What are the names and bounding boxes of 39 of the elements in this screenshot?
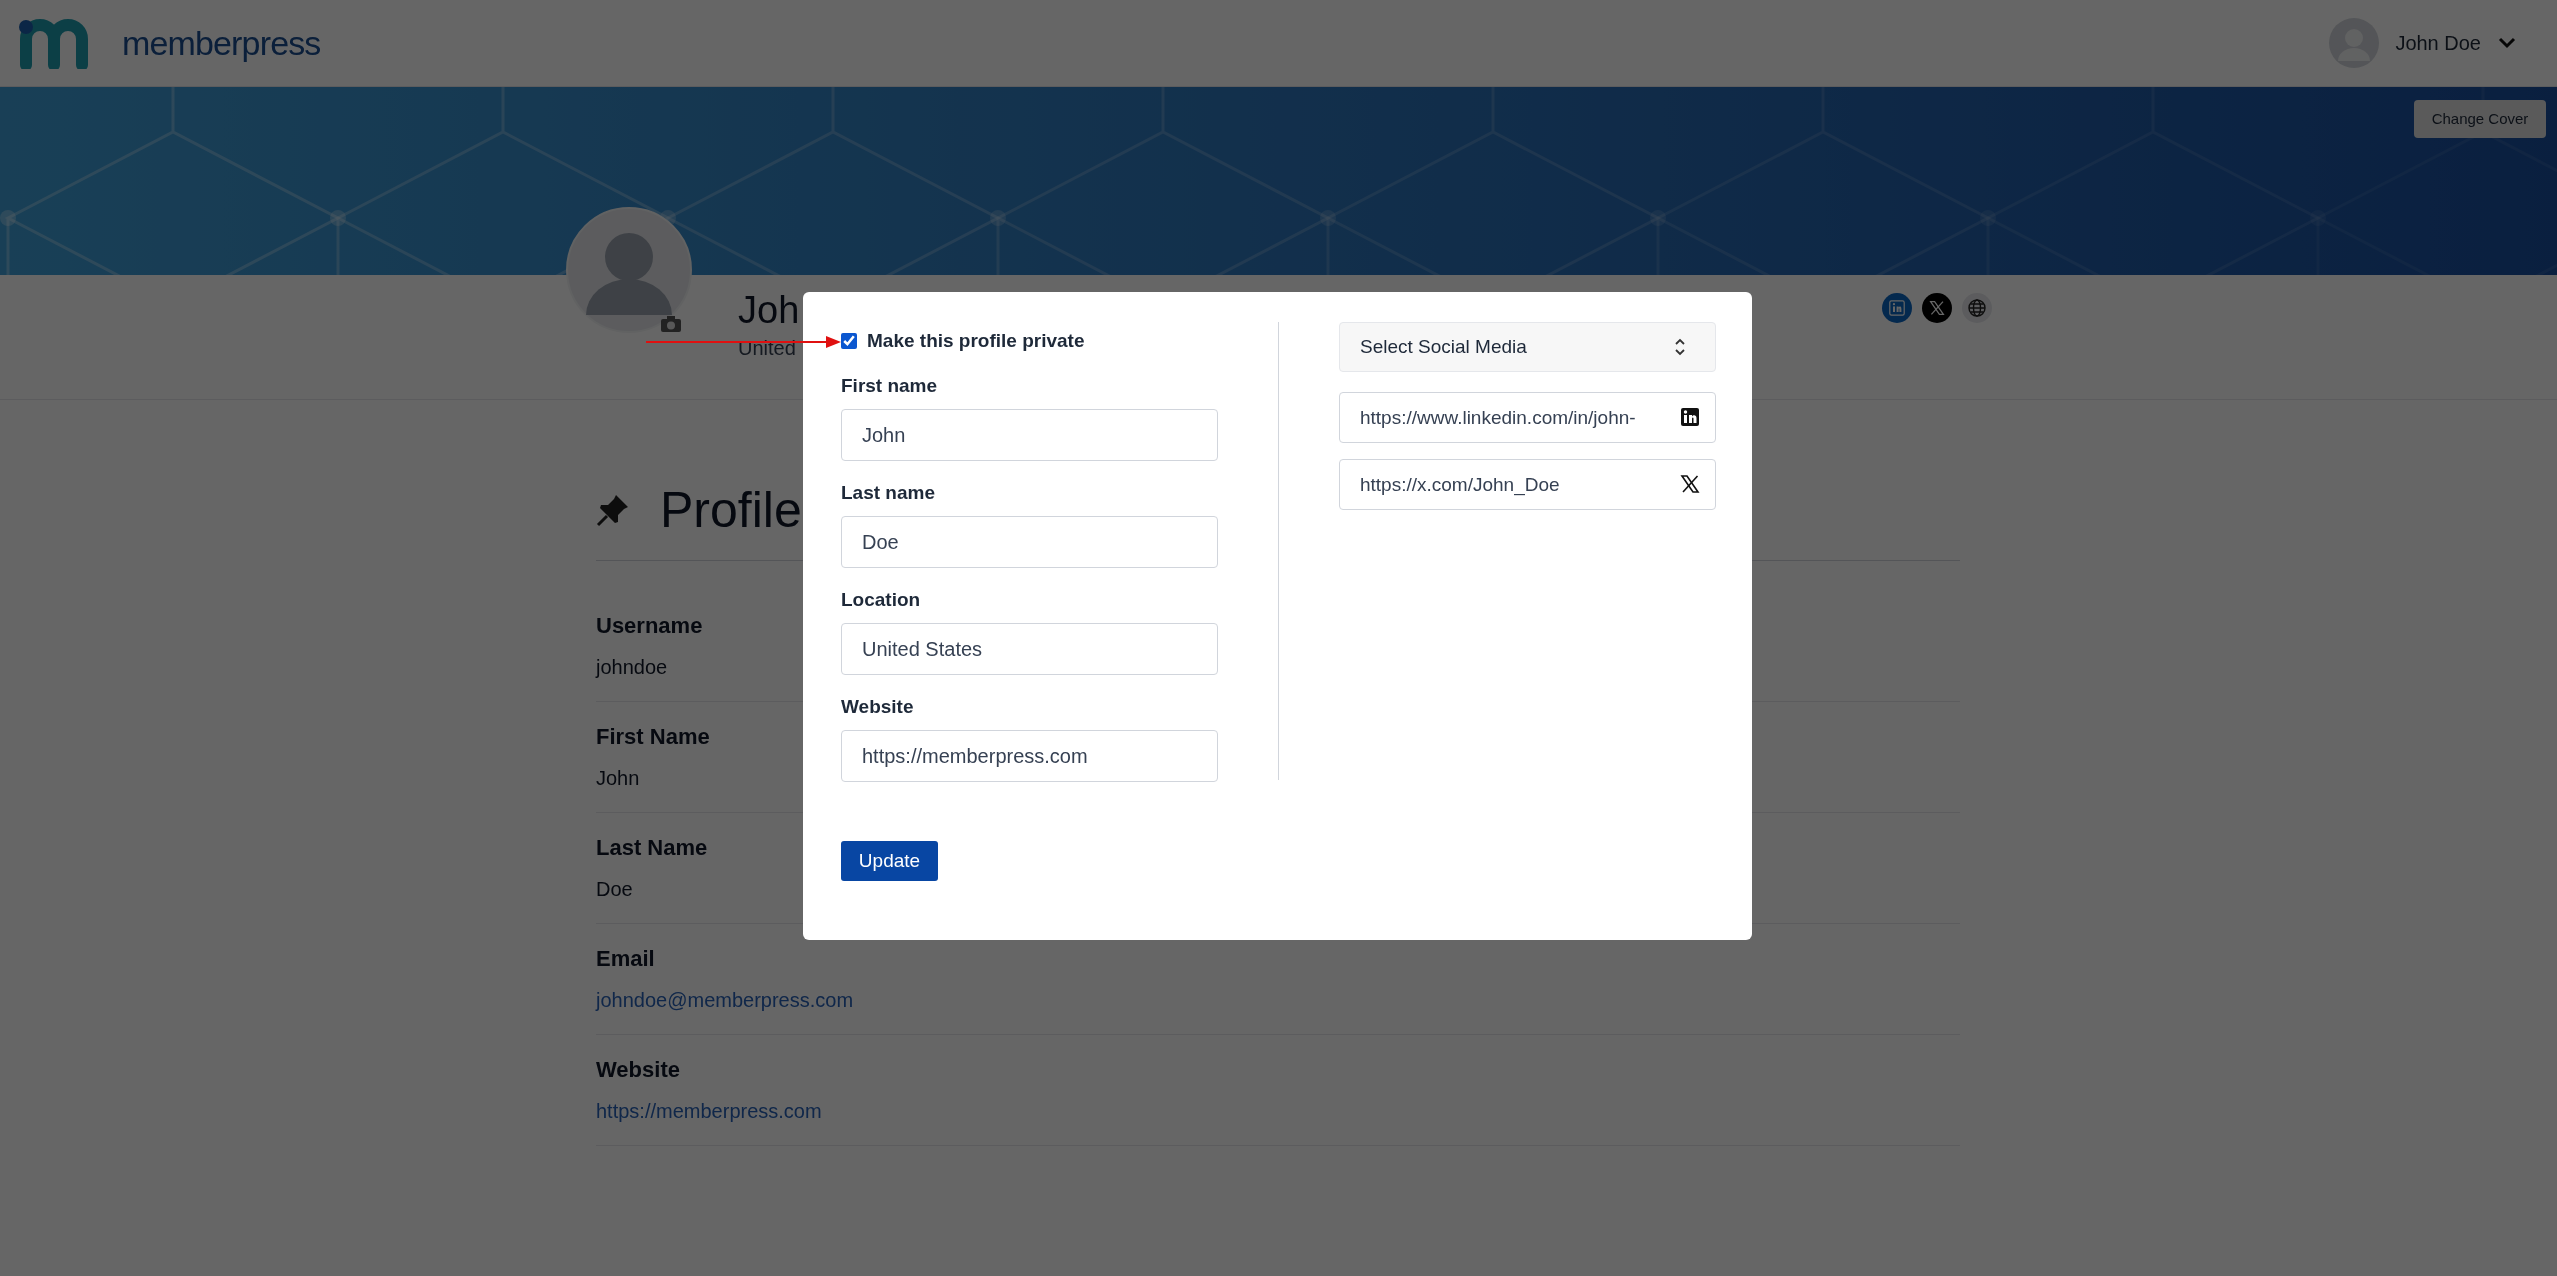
input-label: Location — [841, 590, 922, 610]
linkedin-link[interactable] — [1882, 293, 1912, 323]
private-checkbox[interactable] — [841, 333, 857, 349]
input-field[interactable]: John — [841, 409, 1218, 461]
input-label: Website — [841, 697, 915, 717]
profile-location: United — [738, 336, 796, 361]
field-label: Last Name — [596, 834, 708, 862]
sort-icon — [1675, 338, 1685, 356]
social-media-select[interactable]: Select Social Media — [1339, 322, 1716, 372]
input-label: First name — [841, 376, 939, 396]
linkedin-icon — [1680, 407, 1700, 427]
field-value: johndoe — [596, 655, 668, 680]
logo-text: memberpress — [122, 22, 321, 64]
select-value: Select Social Media — [1360, 334, 1527, 359]
globe-icon — [1967, 298, 1987, 318]
chevron-down-icon[interactable] — [2497, 36, 2517, 50]
globe-link[interactable] — [1962, 293, 1992, 323]
field-label: First Name — [596, 723, 710, 751]
social-url-field[interactable]: https://www.linkedin.com/in/john- — [1339, 392, 1716, 443]
field-value: John — [596, 766, 640, 791]
private-label: Make this profile private — [867, 328, 1085, 353]
field-label: Website — [596, 1056, 680, 1084]
camera-icon[interactable] — [660, 315, 682, 333]
x-icon — [1680, 474, 1700, 494]
field-label: Email — [596, 945, 655, 973]
field-value: Doe — [596, 877, 633, 902]
linkedin-icon — [1889, 300, 1905, 316]
field-label: Username — [596, 612, 703, 640]
profile-name: Joh — [738, 288, 800, 333]
profile-title: Profile — [660, 480, 802, 540]
input-field[interactable]: Doe — [841, 516, 1218, 568]
x-icon — [1929, 300, 1945, 316]
update-button[interactable]: Update — [841, 841, 938, 881]
input-field[interactable]: https://memberpress.com — [841, 730, 1218, 782]
input-label: Last name — [841, 483, 936, 503]
pin-icon — [596, 493, 630, 527]
social-url-field[interactable]: https://x.com/John_Doe — [1339, 459, 1716, 510]
x-link[interactable] — [1922, 293, 1952, 323]
input-field[interactable]: United States — [841, 623, 1218, 675]
